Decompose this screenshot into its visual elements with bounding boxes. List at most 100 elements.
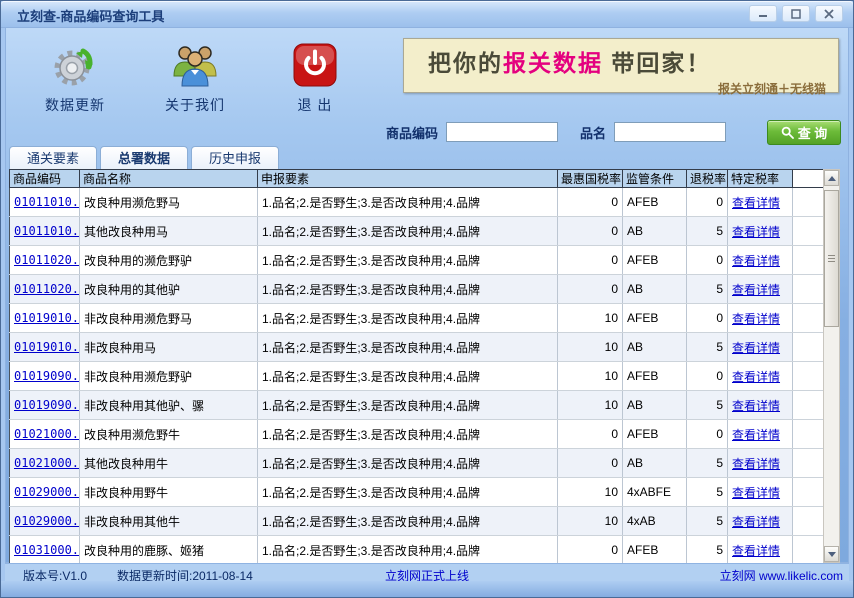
- declaration-elements-cell: 1.品名;2.是否野生;3.是否改良种用;4.品牌: [258, 188, 558, 217]
- table-row: 01011020.90 改良种用的其他驴 1.品名;2.是否野生;3.是否改良种…: [10, 275, 824, 304]
- header-declaration-elements: 申报要素: [258, 170, 558, 188]
- rebate-rate-cell: 5: [687, 391, 728, 420]
- mfn-rate-cell: 0: [558, 420, 623, 449]
- product-name-input[interactable]: [614, 122, 726, 142]
- table-row: 01019090.90 非改良种用其他驴、骡 1.品名;2.是否野生;3.是否改…: [10, 391, 824, 420]
- filler-cell: [793, 188, 824, 217]
- tab-history-declaration[interactable]: 历史申报: [191, 146, 279, 170]
- declaration-elements-cell: 1.品名;2.是否野生;3.是否改良种用;4.品牌: [258, 536, 558, 565]
- view-detail-link[interactable]: 查看详情: [732, 196, 780, 210]
- mfn-rate-cell: 10: [558, 362, 623, 391]
- query-button[interactable]: 查 询: [767, 120, 841, 145]
- view-detail-link[interactable]: 查看详情: [732, 370, 780, 384]
- supervision-condition-cell: AFEB: [623, 536, 687, 565]
- results-table: 商品编码 商品名称 申报要素 最惠国税率 监管条件 退税率 特定税率 01011…: [9, 169, 824, 565]
- commodity-code-input[interactable]: [446, 122, 558, 142]
- view-detail-link[interactable]: 查看详情: [732, 486, 780, 500]
- view-detail-link[interactable]: 查看详情: [732, 254, 780, 268]
- maximize-button[interactable]: [782, 5, 810, 22]
- commodity-code-link[interactable]: 01029000.10: [14, 485, 80, 499]
- commodity-code-link[interactable]: 01019010.90: [14, 340, 80, 354]
- mfn-rate-cell: 10: [558, 478, 623, 507]
- commodity-code-link[interactable]: 01019090.10: [14, 369, 80, 383]
- mfn-rate-cell: 0: [558, 246, 623, 275]
- mfn-rate-cell: 10: [558, 507, 623, 536]
- declaration-elements-cell: 1.品名;2.是否野生;3.是否改良种用;4.品牌: [258, 478, 558, 507]
- view-detail-link[interactable]: 查看详情: [732, 312, 780, 326]
- view-detail-link[interactable]: 查看详情: [732, 544, 780, 558]
- update-data-button[interactable]: 数据更新: [29, 41, 121, 115]
- table-row: 01019090.10 非改良种用濒危野驴 1.品名;2.是否野生;3.是否改良…: [10, 362, 824, 391]
- commodity-code-link[interactable]: 01019010.10: [14, 311, 80, 325]
- view-detail-link[interactable]: 查看详情: [732, 428, 780, 442]
- commodity-code-link[interactable]: 01011020.10: [14, 253, 80, 267]
- close-button[interactable]: [815, 5, 843, 22]
- supervision-condition-cell: 4xAB: [623, 507, 687, 536]
- commodity-code-link[interactable]: 01011020.90: [14, 282, 80, 296]
- declaration-elements-cell: 1.品名;2.是否野生;3.是否改良种用;4.品牌: [258, 304, 558, 333]
- commodity-code-link[interactable]: 01011010.90: [14, 224, 80, 238]
- table-row: 01031000.10 改良种用的鹿豚、姬猪 1.品名;2.是否野生;3.是否改…: [10, 536, 824, 565]
- exit-button[interactable]: 退 出: [269, 41, 361, 115]
- table-row: 01029000.90 非改良种用其他牛 1.品名;2.是否野生;3.是否改良种…: [10, 507, 824, 536]
- filler-cell: [793, 449, 824, 478]
- vertical-scrollbar[interactable]: [823, 169, 840, 563]
- maximize-icon: [791, 9, 801, 19]
- declaration-elements-cell: 1.品名;2.是否野生;3.是否改良种用;4.品牌: [258, 362, 558, 391]
- view-detail-link[interactable]: 查看详情: [732, 225, 780, 239]
- declaration-elements-cell: 1.品名;2.是否野生;3.是否改良种用;4.品牌: [258, 275, 558, 304]
- filler-cell: [793, 478, 824, 507]
- scroll-down-button[interactable]: [824, 546, 839, 562]
- filler-cell: [793, 217, 824, 246]
- rebate-rate-cell: 5: [687, 449, 728, 478]
- window-controls: [749, 5, 843, 22]
- rebate-rate-cell: 0: [687, 188, 728, 217]
- commodity-code-link[interactable]: 01021000.90: [14, 456, 80, 470]
- about-us-button[interactable]: 关于我们: [149, 41, 241, 115]
- mfn-rate-cell: 0: [558, 536, 623, 565]
- header-mfn-rate: 最惠国税率: [558, 170, 623, 188]
- update-gear-icon: [52, 41, 98, 89]
- view-detail-link[interactable]: 查看详情: [732, 399, 780, 413]
- header-rebate-rate: 退税率: [687, 170, 728, 188]
- mfn-rate-cell: 0: [558, 188, 623, 217]
- tab-general-admin-data[interactable]: 总署数据: [100, 146, 188, 170]
- commodity-code-link[interactable]: 01029000.90: [14, 514, 80, 528]
- rebate-rate-cell: 5: [687, 217, 728, 246]
- supervision-condition-cell: AB: [623, 333, 687, 362]
- mfn-rate-cell: 10: [558, 304, 623, 333]
- query-button-label: 查 询: [798, 123, 828, 142]
- mfn-rate-cell: 10: [558, 391, 623, 420]
- view-detail-link[interactable]: 查看详情: [732, 457, 780, 471]
- commodity-code-link[interactable]: 01011010.10: [14, 195, 80, 209]
- tab-customs-elements[interactable]: 通关要素: [9, 146, 97, 170]
- rebate-rate-cell: 5: [687, 536, 728, 565]
- declaration-elements-cell: 1.品名;2.是否野生;3.是否改良种用;4.品牌: [258, 246, 558, 275]
- filler-cell: [793, 420, 824, 449]
- thumb-grip-icon: [828, 255, 835, 263]
- commodity-code-link[interactable]: 01031000.10: [14, 543, 80, 557]
- table-row: 01011010.10 改良种用濒危野马 1.品名;2.是否野生;3.是否改良种…: [10, 188, 824, 217]
- supervision-condition-cell: AB: [623, 391, 687, 420]
- window-bottom-frame: [1, 581, 853, 597]
- scroll-up-button[interactable]: [824, 170, 839, 186]
- table-row: 01021000.10 改良种用濒危野牛 1.品名;2.是否野生;3.是否改良种…: [10, 420, 824, 449]
- exit-power-icon: [293, 41, 337, 89]
- commodity-code-link[interactable]: 01021000.10: [14, 427, 80, 441]
- mfn-rate-cell: 10: [558, 333, 623, 362]
- commodity-name-cell: 改良种用的其他驴: [80, 275, 258, 304]
- declaration-elements-cell: 1.品名;2.是否野生;3.是否改良种用;4.品牌: [258, 449, 558, 478]
- view-detail-link[interactable]: 查看详情: [732, 515, 780, 529]
- commodity-name-cell: 非改良种用马: [80, 333, 258, 362]
- table-row: 01011020.10 改良种用的濒危野驴 1.品名;2.是否野生;3.是否改良…: [10, 246, 824, 275]
- title-bar[interactable]: 立刻查-商品编码查询工具: [1, 1, 853, 28]
- rebate-rate-cell: 5: [687, 478, 728, 507]
- ad-banner[interactable]: 把你的报关数据 带回家！ 报关立刻通＋无线猫: [403, 38, 839, 93]
- scrollbar-thumb[interactable]: [824, 190, 839, 327]
- view-detail-link[interactable]: 查看详情: [732, 283, 780, 297]
- minimize-button[interactable]: [749, 5, 777, 22]
- rebate-rate-cell: 0: [687, 362, 728, 391]
- mfn-rate-cell: 0: [558, 217, 623, 246]
- commodity-code-link[interactable]: 01019090.90: [14, 398, 80, 412]
- view-detail-link[interactable]: 查看详情: [732, 341, 780, 355]
